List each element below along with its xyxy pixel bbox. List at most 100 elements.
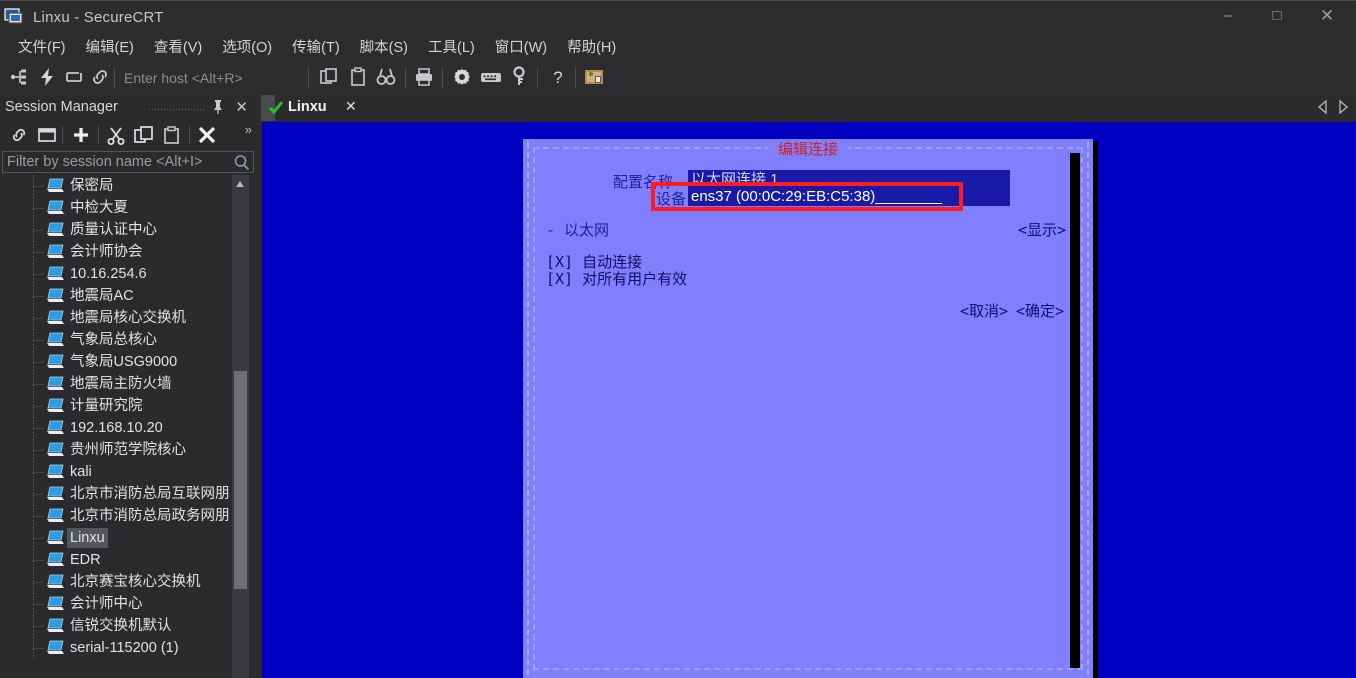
find-icon[interactable] — [375, 66, 397, 90]
settings-icon[interactable] — [451, 66, 473, 90]
menu-options[interactable]: 选项(O) — [212, 36, 282, 61]
menu-script[interactable]: 脚本(S) — [350, 36, 418, 61]
ok-button[interactable]: <确定> — [1016, 300, 1064, 321]
session-monitor-icon — [46, 244, 66, 265]
session-list-item[interactable]: kali — [0, 461, 232, 483]
tab-close-icon[interactable]: ✕ — [345, 98, 357, 115]
session-list-item[interactable]: serial-115200 (1) — [0, 637, 232, 659]
session-list-item[interactable]: 10.16.254.6 — [0, 263, 232, 285]
session-list-vscrollbar[interactable] — [232, 175, 249, 678]
paste-icon[interactable] — [161, 125, 183, 150]
dialog-scrollbar[interactable] — [1070, 153, 1080, 668]
tab-prev-icon[interactable] — [1316, 99, 1330, 120]
new-window-icon[interactable] — [36, 125, 58, 150]
session-manager-header: Session Manager ✕ — [0, 95, 256, 121]
session-list-item[interactable]: 192.168.10.20 — [0, 417, 232, 439]
tree-elbow-line — [33, 318, 43, 319]
connect-link-icon[interactable] — [8, 125, 30, 150]
tree-elbow-line — [33, 362, 43, 363]
session-list-item[interactable]: 会计师协会 — [0, 241, 232, 263]
tree-elbow-line — [33, 450, 43, 451]
scroll-up-arrow[interactable] — [232, 175, 249, 192]
session-list[interactable]: 保密局中检大夏质量认证中心 会计师协会 10.16.254.6 地震局AC 地震局核心交… — [0, 175, 232, 678]
print-icon[interactable] — [413, 66, 435, 90]
session-list-item[interactable]: 北京赛宝核心交换机 — [0, 571, 232, 593]
session-list-item[interactable]: 质量认证中心 — [0, 219, 232, 241]
menu-help[interactable]: 帮助(H) — [557, 36, 626, 61]
menu-window[interactable]: 窗口(W) — [485, 36, 557, 61]
session-monitor-icon — [46, 222, 66, 243]
scroll-thumb[interactable] — [234, 371, 247, 589]
keymap-icon[interactable] — [479, 66, 503, 90]
paste-icon[interactable] — [347, 66, 369, 90]
session-monitor-icon — [46, 200, 66, 221]
maximize-button[interactable]: □ — [1254, 1, 1300, 31]
allusers-checkbox[interactable]: [X] 对所有用户有效 — [546, 268, 687, 289]
show-button[interactable]: <显示> — [1018, 219, 1066, 240]
session-list-item[interactable]: 地震局主防火墙 — [0, 373, 232, 395]
session-list-item[interactable]: 气象局USG9000 — [0, 351, 232, 373]
minimize-button[interactable]: – — [1205, 1, 1251, 31]
session-monitor-icon — [46, 310, 66, 331]
tree-elbow-line — [33, 428, 43, 429]
help-icon[interactable]: ? — [547, 66, 569, 90]
session-list-item[interactable]: EDR — [0, 549, 232, 571]
reconnect-icon[interactable] — [63, 66, 85, 90]
tree-elbow-line — [33, 384, 43, 385]
title-bar: Linxu - SecureCRT – □ ✕ — [0, 0, 1356, 36]
session-list-item[interactable]: 计量研究院 — [0, 395, 232, 417]
quick-connect-icon[interactable] — [36, 66, 58, 90]
session-list-item-label: 气象局总核心 — [70, 332, 157, 348]
more-toolbar-icon[interactable]: » — [245, 122, 252, 137]
tab-next-icon[interactable] — [1336, 99, 1350, 120]
cancel-button[interactable]: <取消> — [960, 300, 1008, 321]
tree-elbow-line — [33, 252, 43, 253]
connect-sftp-icon[interactable] — [90, 66, 112, 90]
tree-elbow-line — [33, 604, 43, 605]
session-list-item[interactable]: 保密局 — [0, 175, 232, 197]
menu-view[interactable]: 查看(V) — [144, 36, 212, 61]
session-list-item[interactable]: 地震局AC — [0, 285, 232, 307]
session-list-item[interactable]: 北京市消防总局互联网朋 — [0, 483, 232, 505]
close-button[interactable]: ✕ — [1304, 1, 1350, 31]
session-list-item-label: Linxu — [67, 528, 108, 548]
close-panel-icon[interactable]: ✕ — [235, 98, 248, 116]
menu-tools[interactable]: 工具(L) — [418, 36, 485, 61]
tree-elbow-line — [33, 648, 43, 649]
menu-transfer[interactable]: 传输(T) — [282, 36, 350, 61]
session-list-item[interactable]: 信锐交换机默认 — [0, 615, 232, 637]
cut-icon[interactable] — [105, 125, 127, 150]
session-list-item-label: 中检大夏 — [70, 200, 128, 216]
menu-edit[interactable]: 编辑(E) — [76, 36, 144, 61]
session-list-item-label: 北京市消防总局互联网朋 — [70, 486, 230, 502]
session-monitor-icon — [46, 574, 66, 595]
search-icon[interactable] — [233, 154, 250, 176]
copy-icon[interactable] — [133, 125, 155, 150]
session-list-item[interactable]: Linxu — [0, 527, 232, 549]
session-options-icon[interactable] — [583, 66, 605, 90]
session-list-item[interactable]: 北京市消防总局政务网朋 — [0, 505, 232, 527]
copy-icon[interactable] — [318, 66, 340, 90]
host-input[interactable]: Enter host <Alt+R> — [120, 67, 300, 89]
session-list-item[interactable]: 会计师中心 — [0, 593, 232, 615]
menu-file[interactable]: 文件(F) — [8, 36, 76, 61]
session-monitor-icon — [46, 178, 66, 199]
delete-icon[interactable] — [196, 125, 218, 150]
session-list-item-label: 北京赛宝核心交换机 — [70, 574, 201, 590]
connect-icon[interactable] — [8, 66, 30, 90]
new-session-icon[interactable] — [70, 125, 92, 150]
key-icon[interactable] — [508, 66, 530, 90]
session-list-item[interactable]: 中检大夏 — [0, 197, 232, 219]
tab-linxu[interactable]: Linxu ✕ — [261, 95, 357, 121]
pin-icon[interactable] — [212, 99, 224, 118]
window-title: Linxu - SecureCRT — [33, 9, 164, 26]
session-list-item[interactable]: 气象局总核心 — [0, 329, 232, 351]
session-list-item[interactable]: 地震局核心交换机 — [0, 307, 232, 329]
session-monitor-icon — [46, 398, 66, 419]
green-check-icon — [268, 100, 284, 121]
session-monitor-icon — [46, 618, 66, 639]
session-filter-input[interactable]: Filter by session name <Alt+I> — [2, 151, 254, 173]
session-list-item[interactable]: 贵州师范学院核心 — [0, 439, 232, 461]
drag-handle[interactable] — [148, 108, 204, 110]
session-list-item-label: 地震局AC — [70, 288, 134, 304]
